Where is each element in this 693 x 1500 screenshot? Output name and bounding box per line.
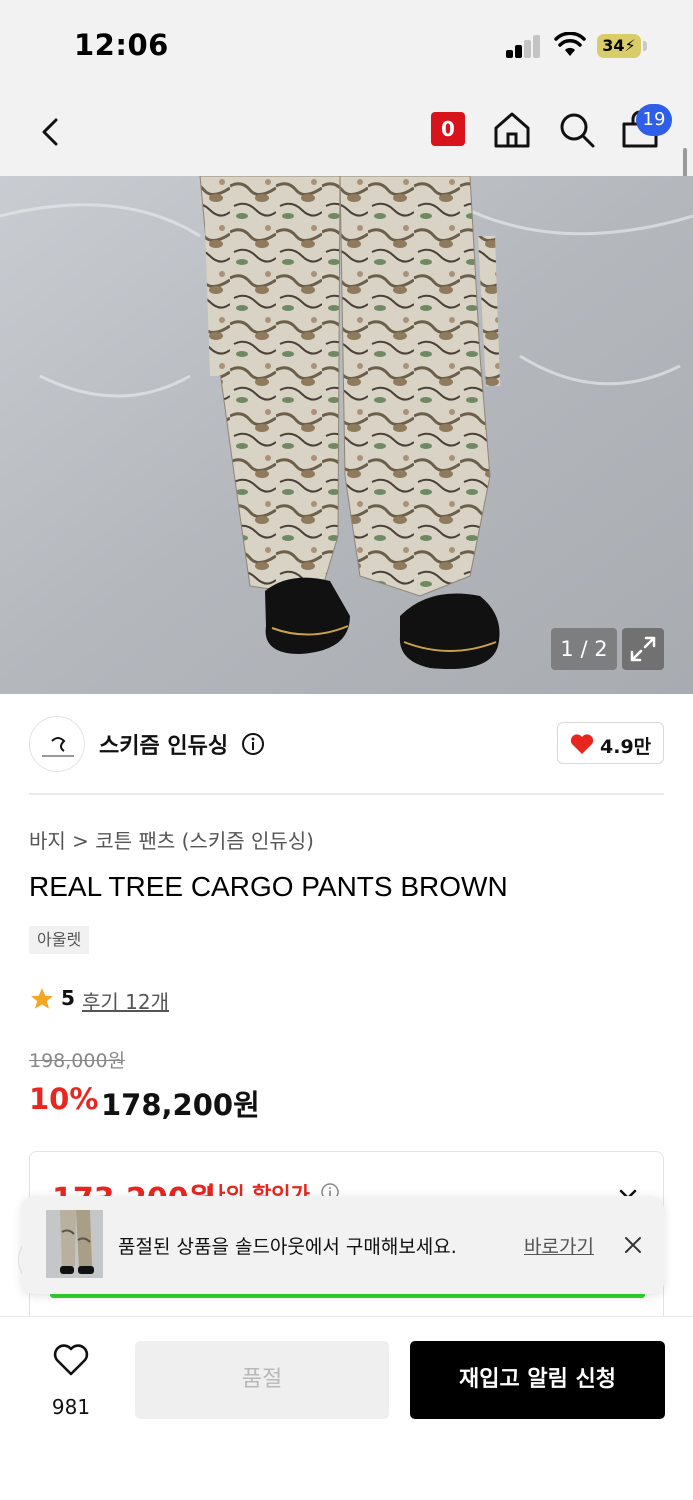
status-bar: 12:06 34⚡ (0, 0, 693, 92)
restock-alert-button[interactable]: 재입고 알림 신청 (410, 1341, 665, 1419)
rating-score: 5 (61, 986, 75, 1010)
original-price: 198,000원 (29, 1050, 126, 1072)
heart-filled-icon (570, 734, 594, 754)
product-image[interactable] (0, 176, 693, 694)
product-title: REAL TREE CARGO PANTS BROWN (29, 871, 508, 902)
toast-thumbnail (46, 1210, 103, 1278)
brand-like-count: 4.9만 (600, 736, 652, 758)
battery-icon: 34⚡ (597, 34, 641, 58)
breadcrumb: 바지 > 코튼 팬츠 (스키즘 인듀싱) (29, 825, 314, 854)
brand-logo[interactable] (29, 716, 85, 772)
toast-message: 품절된 상품을 솔드아웃에서 구매해보세요. (118, 1236, 457, 1258)
soldout-toast: 품절된 상품을 솔드아웃에서 구매해보세요. 바로가기 (22, 1196, 664, 1294)
toast-shortcut-link[interactable]: 바로가기 (524, 1232, 594, 1259)
outlet-tag: 아울렛 (29, 926, 90, 954)
close-icon[interactable] (622, 1234, 644, 1256)
search-icon[interactable] (555, 108, 599, 152)
breadcrumb-separator: > (72, 829, 96, 853)
section-divider (29, 793, 664, 795)
brand-like-button[interactable]: 4.9만 (557, 722, 664, 764)
zero-badge-button[interactable]: 0 (431, 112, 465, 146)
expand-icon[interactable] (622, 628, 664, 670)
star-icon (31, 988, 53, 1009)
breadcrumb-category[interactable]: 바지 (29, 829, 66, 853)
wishlist-count: 981 (51, 1395, 91, 1419)
brand-logo-mark (42, 737, 74, 757)
toast-product-photo (46, 1210, 103, 1278)
status-time: 12:06 (74, 28, 169, 62)
bottom-action-bar: 981 품절 재입고 알림 신청 (0, 1316, 693, 1500)
discount-rate: 10% (29, 1082, 99, 1116)
home-icon[interactable] (490, 108, 534, 152)
back-icon[interactable] (30, 110, 74, 154)
review-count-link[interactable]: 후기 12개 (82, 986, 169, 1015)
battery-tip (643, 41, 647, 51)
info-icon[interactable] (241, 732, 265, 756)
wifi-icon (554, 32, 586, 56)
image-counter: 1 / 2 (551, 628, 617, 670)
heart-outline-icon (53, 1344, 89, 1376)
sale-price: 178,200원 (101, 1088, 260, 1122)
brand-name[interactable]: 스키즘 인듀싱 (99, 728, 228, 760)
signal-icon (506, 34, 542, 58)
breadcrumb-subcategory[interactable]: 코튼 팬츠 (스키즘 인듀싱) (95, 829, 314, 853)
product-photo (0, 176, 693, 694)
wishlist-button[interactable]: 981 (40, 1343, 102, 1423)
soldout-button: 품절 (135, 1341, 389, 1419)
battery-level: 34 (602, 36, 625, 55)
cart-count-badge: 19 (636, 104, 672, 136)
